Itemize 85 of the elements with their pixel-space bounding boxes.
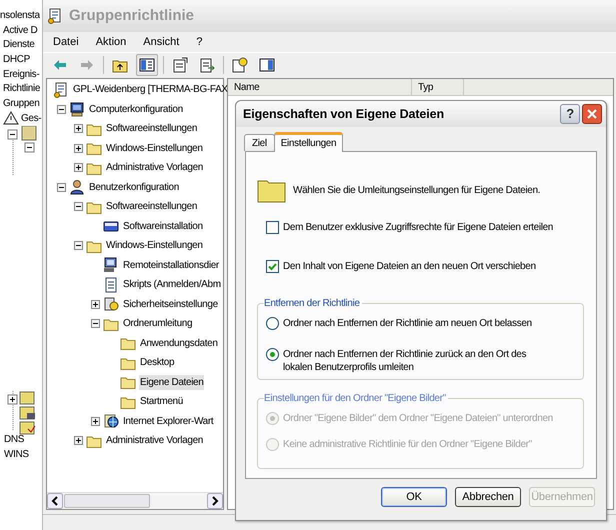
- export-icon: [199, 57, 215, 73]
- tree-item[interactable]: Computerkonfiguration: [88, 102, 184, 117]
- console-item[interactable]: Ereignis-: [3, 66, 40, 82]
- tree-toggle[interactable]: [91, 319, 100, 328]
- tree-item[interactable]: Skripts (Anmelden/Abm: [122, 277, 222, 292]
- globe-icon: [103, 413, 119, 430]
- group-title: Einstellungen für den Ordner "Eigene Bilder": [264, 392, 447, 406]
- close-button[interactable]: [582, 104, 602, 124]
- tab[interactable]: Einstellungen: [274, 132, 344, 152]
- panel-icon: [259, 57, 275, 73]
- dialog-button[interactable]: OK: [381, 487, 447, 507]
- menu-item[interactable]: ?: [196, 34, 202, 50]
- tree-item[interactable]: Sicherheitseinstellunge: [122, 296, 219, 312]
- tree-toggle[interactable]: [57, 104, 66, 114]
- tree-item[interactable]: GPL-Weidenberg [THERMA-BG-FAX: [72, 82, 229, 98]
- scrollbar[interactable]: [47, 492, 223, 509]
- console-item[interactable]: DNS: [4, 432, 29, 447]
- folder-icon: [257, 178, 286, 202]
- intro-text: Wählen Sie die Umleitungseinstellungen für Eigene Dateien.: [293, 184, 540, 198]
- console-item[interactable]: nsolensta: [0, 8, 40, 23]
- tab[interactable]: Ziel: [244, 134, 275, 151]
- tree-toggle[interactable]: [91, 300, 100, 309]
- tree-item[interactable]: Administrative Vorlagen: [105, 433, 204, 448]
- radio-label[interactable]: Ordner nach Entfernen der Richtlinie am neuen Ort belassen: [283, 317, 552, 330]
- tree-item[interactable]: Windows-Einstellungen: [105, 238, 204, 254]
- radio-label: Ordner "Eigene Bilder" dem Ordner "Eigene Dateien" unterordnen: [283, 412, 554, 425]
- tree-toggle[interactable]: [91, 416, 100, 426]
- window-title: Gruppenrichtlinie: [69, 6, 194, 26]
- tree-item[interactable]: Administrative Vorlagen: [105, 160, 204, 176]
- warning-icon: [3, 111, 19, 126]
- split-view-button[interactable]: [136, 54, 158, 76]
- checkbox[interactable]: [266, 221, 279, 234]
- document-icon: [53, 82, 69, 98]
- tree-toggle[interactable]: [74, 241, 83, 250]
- dialog-title: Eigenschaften von Eigene Dateien: [243, 106, 446, 123]
- tree-toggle[interactable]: [74, 163, 83, 172]
- tree-item[interactable]: Softwareinstallation: [122, 218, 204, 234]
- tree-item[interactable]: Eigene Dateien: [139, 374, 204, 390]
- tree-toggle[interactable]: [74, 202, 83, 212]
- group-title: Entfernen der Richtlinie: [264, 297, 361, 311]
- tree-item[interactable]: Benutzerkonfiguration: [88, 180, 180, 195]
- console-item[interactable]: Active D: [3, 22, 38, 38]
- document-icon: [47, 8, 63, 24]
- checkbox-label[interactable]: Den Inhalt von Eigene Dateien an den neuen Ort verschieben: [283, 259, 536, 274]
- tree-toggle[interactable]: [74, 144, 83, 153]
- tree-item[interactable]: Softwareeinstellungen: [105, 199, 198, 214]
- tree-item[interactable]: Remoteinstallationsdier: [122, 258, 220, 273]
- tree-toggle[interactable]: [74, 124, 83, 134]
- help-button[interactable]: ?: [560, 104, 580, 124]
- tree-toggle[interactable]: [57, 182, 66, 192]
- tree-item[interactable]: Startmenü: [139, 394, 184, 410]
- document-icon: [103, 276, 119, 293]
- user-icon: [69, 179, 85, 196]
- radio-label: Keine administrative Richtlinie für den Ordner "Eigene Bilder": [283, 438, 533, 451]
- console-item[interactable]: Ges-: [21, 110, 42, 126]
- menu-item[interactable]: Datei: [53, 34, 79, 50]
- tree-item[interactable]: Anwendungsdaten: [139, 336, 219, 351]
- menu-item[interactable]: Ansicht: [143, 34, 180, 50]
- close-icon: [586, 108, 598, 120]
- tree-item[interactable]: Ordnerumleitung: [122, 316, 194, 332]
- tree-item[interactable]: Softwareeinstellungen: [105, 121, 198, 136]
- radio-label[interactable]: Ordner nach Entfernen der Richtlinie zurück an den Ort des lokalen Benutzerprofils umleiten: [283, 348, 575, 374]
- split-view-icon: [139, 57, 155, 73]
- monitor-icon: [103, 257, 119, 274]
- console-item[interactable]: WINS: [4, 447, 29, 462]
- checkbox[interactable]: [266, 260, 279, 273]
- menu-item[interactable]: Aktion: [96, 34, 126, 50]
- dialog-button: Übernehmen: [529, 487, 595, 507]
- column-header[interactable]: Typ: [412, 79, 464, 95]
- checkbox-label[interactable]: Dem Benutzer exklusive Zugriffsrechte für Eigene Dateien erteilen: [283, 220, 553, 235]
- radio-button[interactable]: [266, 348, 279, 361]
- console-item[interactable]: Dienste: [3, 37, 34, 52]
- console-item[interactable]: DHCP: [3, 52, 30, 67]
- console-item[interactable]: Richtlinie: [3, 81, 40, 96]
- properties-icon: [172, 57, 188, 73]
- dialog-button[interactable]: Abbrechen: [455, 487, 521, 507]
- forward-icon: [79, 57, 95, 73]
- radio-button[interactable]: [266, 317, 279, 330]
- tree-toggle[interactable]: [74, 436, 83, 446]
- tree-item[interactable]: Windows-Einstellungen: [105, 140, 204, 156]
- console-item[interactable]: Gruppen: [3, 96, 40, 111]
- tree-item[interactable]: Internet Explorer-Wart: [122, 414, 214, 429]
- column-header[interactable]: Name: [228, 79, 412, 95]
- tree-item[interactable]: Desktop: [139, 355, 176, 370]
- computer-icon: [69, 101, 85, 118]
